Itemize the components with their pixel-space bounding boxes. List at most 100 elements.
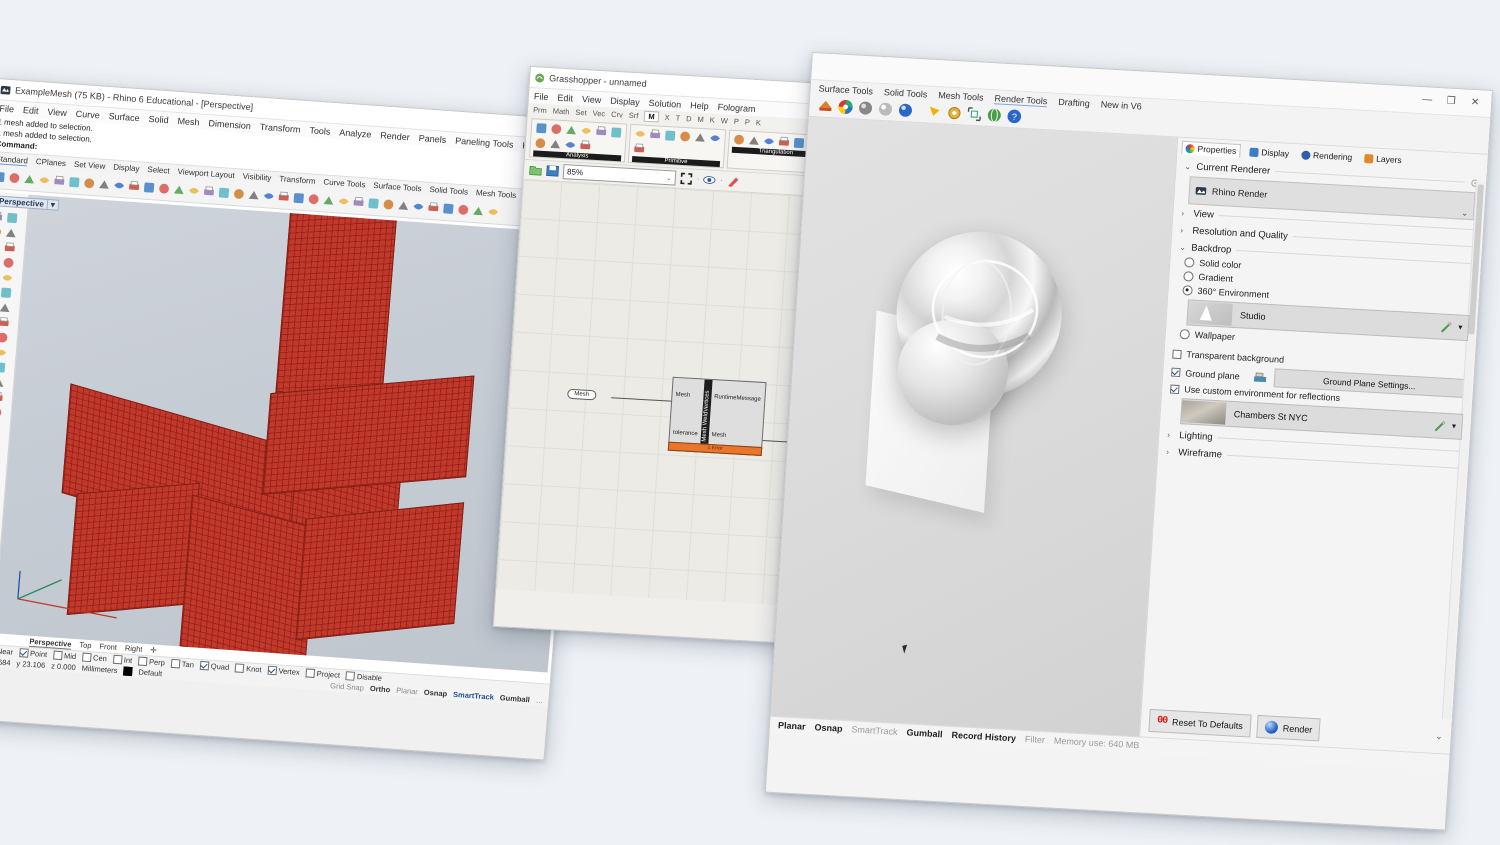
material-sphere-light-icon[interactable] [877,101,894,118]
menu-edit[interactable]: Edit [23,105,39,116]
toolbar-tab-set-view[interactable]: Set View [74,160,106,172]
chevron-down-icon[interactable]: ⌄ [1435,731,1443,742]
rhino-front-window-buttons[interactable]: — ❐ ✕ [1415,91,1488,113]
gh-tab-t-8[interactable]: T [675,113,680,122]
toolbar-icon-6[interactable] [82,177,96,191]
gh-param-mesh[interactable]: Mesh [567,388,597,401]
tab-rendering[interactable]: Rendering [1298,148,1356,163]
checkbox-custom-reflection[interactable] [1170,384,1180,394]
gh-tab-math-1[interactable]: Math [553,106,570,116]
side-toolbar-icon-5[interactable] [4,226,18,240]
side-toolbar-icon-8[interactable] [0,255,1,269]
environment-actions[interactable]: ▼ [1439,320,1464,333]
maximize-icon[interactable]: ❐ [1439,92,1464,111]
side-toolbar-icon-21[interactable] [0,346,8,360]
side-toolbar-icon-6[interactable] [0,240,2,254]
toolbar-icon-28[interactable] [411,200,425,214]
tab-properties[interactable]: Properties [1181,140,1241,159]
viewport-tab-right[interactable]: Right [124,644,143,655]
front-tab-solid-tools[interactable]: Solid Tools [884,87,928,100]
toolbar-icon-26[interactable] [381,198,395,212]
gh-component-icon-0-5[interactable] [609,126,623,140]
radio-360-environment[interactable] [1182,285,1193,296]
gh-tab-p-13[interactable]: P [734,117,740,126]
side-toolbar-icon-3[interactable] [5,211,19,225]
front-status-filter[interactable]: Filter [1025,734,1046,745]
osnap-cen[interactable]: Cen [81,652,107,664]
front-status-smarttrack[interactable]: SmartTrack [851,724,898,737]
layer-label[interactable]: Default [138,668,162,679]
osnap-checkbox-int[interactable] [112,655,123,665]
menu-paneling-tools[interactable]: Paneling Tools [455,135,514,149]
gh-tab-m-6[interactable]: M [644,110,659,123]
menu-view[interactable]: View [47,106,67,117]
menu-transform[interactable]: Transform [260,121,301,134]
gh-component-icon-1-6[interactable] [632,142,646,156]
chevron-down-icon[interactable]: ⌄ [1461,209,1468,218]
toolbar-icon-19[interactable] [277,191,291,205]
radio-solid-color[interactable] [1184,257,1195,268]
side-toolbar-icon-9[interactable] [2,256,16,270]
gh-menu-solution[interactable]: Solution [648,97,681,109]
render-settings-gear-icon[interactable] [946,105,963,122]
side-toolbar-icon-2[interactable] [0,210,4,224]
pencil-icon[interactable] [1433,419,1446,432]
toolbar-icon-9[interactable] [127,180,141,194]
pencil-icon[interactable] [1439,320,1452,333]
menu-panels[interactable]: Panels [418,133,446,145]
gh-component-icon-0-1[interactable] [549,122,563,136]
side-toolbar-icon-31[interactable] [0,421,2,435]
rendered-viewport[interactable] [770,116,1178,737]
gh-component-icon-0-7[interactable] [548,137,562,151]
menu-tools[interactable]: Tools [309,125,331,136]
chevron-down-icon[interactable]: ▼ [1457,324,1464,331]
gh-component-icon-0-2[interactable] [564,123,578,137]
reset-to-defaults-button[interactable]: 00 Reset To Defaults [1148,708,1252,738]
environment-actions[interactable]: ▼ [1433,419,1458,432]
menu-file[interactable]: File [0,103,14,114]
gh-tab-w-12[interactable]: W [721,116,729,125]
gh-menu-display[interactable]: Display [610,95,640,107]
osnap-tan[interactable]: Tan [170,659,194,670]
gh-component-icon-1-1[interactable] [648,128,662,142]
osnap-checkbox-disable[interactable] [345,671,356,682]
toolbar-icon-15[interactable] [217,186,231,200]
toolbar-icon-25[interactable] [367,197,381,211]
gh-output-runtimemessage[interactable]: RuntimeMessage [714,394,761,403]
gh-component-icon-0-8[interactable] [563,138,577,152]
osnap-checkbox-vertex[interactable] [267,666,277,676]
toolbar-icon-31[interactable] [456,203,470,217]
menu-curve[interactable]: Curve [75,108,100,120]
osnap-int[interactable]: Int [112,655,132,665]
gumball-toggle[interactable]: Gumball [499,694,530,705]
toolbar-icon-23[interactable] [337,195,351,209]
side-toolbar-icon-23[interactable] [0,361,7,375]
viewport-menu-glyph[interactable]: ▾ [46,200,56,210]
toolbar-icon-11[interactable] [157,182,171,196]
minimize-icon[interactable]: — [1415,91,1440,110]
toolbar-icon-16[interactable] [232,187,246,201]
material-sphere-gray-icon[interactable] [857,100,874,117]
toolbar-tab-display[interactable]: Display [113,163,140,175]
toolbar-icon-33[interactable] [486,205,500,219]
spotlight-icon[interactable] [926,103,943,120]
gh-tab-m-10[interactable]: M [697,115,704,124]
gh-component-icon-0-3[interactable] [579,124,593,138]
gh-tab-x-7[interactable]: X [664,113,670,122]
zoom-dropdown-glyph[interactable]: ⌄ [666,174,672,182]
gh-component-icon-2-1[interactable] [747,134,761,148]
rhino-front-window[interactable]: — ❐ ✕ Surface Tools Solid Tools Mesh Too… [764,52,1493,831]
gh-component-icon-1-3[interactable] [678,130,692,144]
front-status-planar[interactable]: Planar [778,720,806,732]
toolbar-icon-5[interactable] [67,176,81,190]
side-toolbar-icon-15[interactable] [0,301,12,315]
layer-color-swatch[interactable] [123,666,133,677]
toolbar-icon-12[interactable] [172,183,186,197]
material-sphere-blue-icon[interactable] [897,102,914,119]
zoom-extents-icon[interactable] [679,172,693,186]
gh-component-icon-0-6[interactable] [533,136,547,150]
viewport-tab-front[interactable]: Front [99,642,117,653]
gh-component-icon-2-3[interactable] [777,135,791,149]
menu-analyze[interactable]: Analyze [339,127,372,139]
menu-solid[interactable]: Solid [148,113,169,124]
